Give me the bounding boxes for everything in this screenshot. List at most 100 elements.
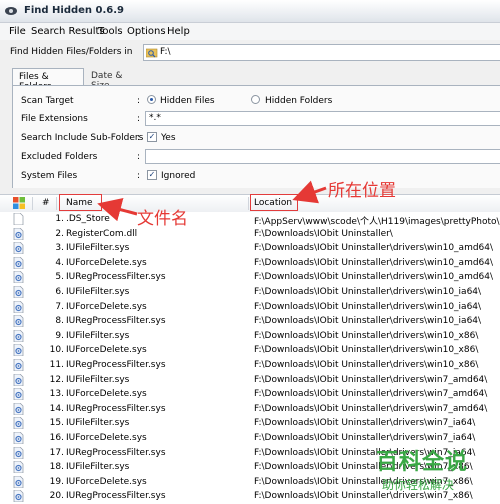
table-row[interactable]: 10. IUForceDelete.sys F:\Downloads\IObit U…: [0, 343, 500, 358]
row-number: 15.: [49, 418, 64, 429]
row-file-name: IURegProcessFilter.sys: [66, 272, 166, 283]
row-location: F:\Downloads\IObit Uninstaller\drivers\w…: [254, 389, 488, 400]
path-input[interactable]: F:\: [143, 44, 500, 61]
watermark-subtitle: 助你轻松解决: [382, 478, 455, 492]
row-file-name: IUFileFilter.sys: [66, 286, 130, 297]
system-file-icon: [13, 329, 24, 342]
hidden-folders-label[interactable]: Hidden Folders: [265, 96, 332, 106]
hidden-folders-radio[interactable]: [251, 95, 260, 104]
row-number: 3.: [55, 243, 64, 254]
subfolders-row: Search Include Sub-Folders : ✓ Yes: [13, 129, 500, 147]
table-row[interactable]: 3. IUFileFilter.sys F:\Downloads\IObit Uni…: [0, 241, 500, 256]
row-file-name: IUForceDelete.sys: [66, 345, 147, 356]
file-extensions-row: File Extensions : *.*: [13, 110, 500, 128]
row-location: F:\Downloads\IObit Uninstaller\drivers\w…: [254, 374, 488, 385]
menu-file[interactable]: File: [9, 26, 26, 37]
row-number: 12.: [49, 374, 64, 385]
table-row[interactable]: 1. .DS_Store F:\AppServ\www\scode\个人\H119\…: [0, 212, 500, 227]
system-file-icon: [13, 431, 24, 444]
system-file-icon: [13, 242, 24, 255]
tab-files-folders[interactable]: Files & Folders: [12, 68, 84, 92]
row-file-name: RegisterCom.dll: [66, 228, 138, 239]
row-number: 18.: [49, 462, 64, 473]
row-file-name: IURegProcessFilter.sys: [66, 359, 166, 370]
tab-date-size[interactable]: Date & Size: [85, 68, 145, 91]
hidden-files-radio[interactable]: [147, 95, 156, 104]
row-file-name: IURegProcessFilter.sys: [66, 491, 166, 502]
title-bar: Find Hidden 0.6.9: [0, 0, 500, 23]
blank-file-icon: [13, 213, 24, 225]
table-row[interactable]: 15. IUFileFilter.sys F:\Downloads\IObit Un…: [0, 416, 500, 431]
window-title: Find Hidden 0.6.9: [24, 5, 124, 16]
name-highlight-box: [59, 194, 102, 211]
file-extensions-value: *.*: [149, 113, 161, 123]
row-location: F:\AppServ\www\scode\个人\H119\images\pret…: [254, 217, 500, 227]
row-file-name: IUFileFilter.sys: [66, 418, 130, 429]
system-files-text: Ignored: [161, 171, 196, 181]
system-file-icon: [13, 285, 24, 298]
folder-search-icon: [146, 48, 158, 58]
subfolders-checkbox[interactable]: ✓: [147, 132, 157, 142]
row-file-name: IUFileFilter.sys: [66, 374, 130, 385]
menu-help[interactable]: Help: [167, 26, 190, 37]
windows-logo-icon[interactable]: [13, 197, 25, 209]
scan-target-row: Scan Target : Hidden Files Hidden Folder…: [13, 92, 500, 110]
column-separator[interactable]: [248, 197, 249, 210]
excluded-folders-row: Excluded Folders :: [13, 148, 500, 166]
row-file-name: .DS_Store: [66, 214, 110, 224]
table-row[interactable]: 14. IURegProcessFilter.sys F:\Downloads\IO…: [0, 402, 500, 417]
system-file-icon: [13, 461, 24, 474]
table-row[interactable]: 8. IURegProcessFilter.sys F:\Downloads\IOb…: [0, 314, 500, 329]
table-row[interactable]: 13. IUForceDelete.sys F:\Downloads\IObit U…: [0, 387, 500, 402]
location-highlight-box: [250, 194, 298, 211]
row-number: 19.: [49, 476, 64, 487]
colon: :: [137, 96, 141, 106]
options-panel: Scan Target : Hidden Files Hidden Folder…: [12, 85, 500, 188]
system-file-icon: [13, 417, 24, 430]
excluded-folders-label: Excluded Folders: [21, 152, 98, 162]
menu-tools[interactable]: Tools: [98, 26, 123, 37]
row-number: 17.: [49, 447, 64, 458]
column-separator[interactable]: [32, 197, 33, 210]
menu-bar: File Search Results Tools Options Help: [0, 23, 500, 40]
system-files-checkbox[interactable]: ✓: [147, 170, 157, 180]
row-location: F:\Downloads\IObit Uninstaller\drivers\w…: [254, 359, 479, 370]
table-row[interactable]: 9. IUFileFilter.sys F:\Downloads\IObit Uni…: [0, 329, 500, 344]
watermark: 百科全说 助你轻松解决: [376, 444, 500, 504]
system-file-icon: [13, 256, 24, 269]
row-location: F:\Downloads\IObit Uninstaller\drivers\w…: [254, 272, 494, 283]
system-file-icon: [13, 358, 24, 371]
table-row[interactable]: 5. IURegProcessFilter.sys F:\Downloads\IOb…: [0, 270, 500, 285]
column-number-header[interactable]: #: [42, 198, 50, 208]
row-file-name: IURegProcessFilter.sys: [66, 316, 166, 327]
system-file-icon: [13, 490, 24, 503]
column-separator[interactable]: [56, 197, 57, 210]
system-file-icon: [13, 227, 24, 240]
row-number: 7.: [55, 301, 64, 312]
row-number: 5.: [55, 272, 64, 283]
table-row[interactable]: 6. IUFileFilter.sys F:\Downloads\IObit Uni…: [0, 285, 500, 300]
table-row[interactable]: 7. IUForceDelete.sys F:\Downloads\IObit Un…: [0, 300, 500, 315]
row-location: F:\Downloads\IObit Uninstaller\drivers\w…: [254, 301, 482, 312]
row-file-name: IUFileFilter.sys: [66, 462, 130, 473]
excluded-folders-input[interactable]: [145, 149, 500, 164]
name-annotation: 文件名: [137, 209, 188, 229]
row-number: 1.: [55, 214, 64, 224]
table-row[interactable]: 4. IUForceDelete.sys F:\Downloads\IObit Un…: [0, 256, 500, 271]
system-file-icon: [13, 315, 24, 328]
table-row[interactable]: 12. IUFileFilter.sys F:\Downloads\IObit Un…: [0, 373, 500, 388]
row-number: 10.: [49, 345, 64, 356]
table-row[interactable]: 2. RegisterCom.dll F:\Downloads\IObit Unin…: [0, 227, 500, 242]
menu-search-results[interactable]: Search Results: [31, 26, 105, 37]
hidden-files-label[interactable]: Hidden Files: [160, 96, 215, 106]
row-number: 6.: [55, 286, 64, 297]
row-number: 8.: [55, 316, 64, 327]
menu-options[interactable]: Options: [127, 26, 166, 37]
row-location: F:\Downloads\IObit Uninstaller\drivers\w…: [254, 418, 476, 429]
row-number: 16.: [49, 432, 64, 443]
row-file-name: IUFileFilter.sys: [66, 330, 130, 341]
table-row[interactable]: 11. IURegProcessFilter.sys F:\Downloads\IO…: [0, 358, 500, 373]
file-extensions-input[interactable]: *.*: [145, 111, 500, 126]
row-location: F:\Downloads\IObit Uninstaller\drivers\w…: [254, 432, 476, 443]
search-path-row: Find Hidden Files/Folders in F:\: [0, 42, 500, 64]
